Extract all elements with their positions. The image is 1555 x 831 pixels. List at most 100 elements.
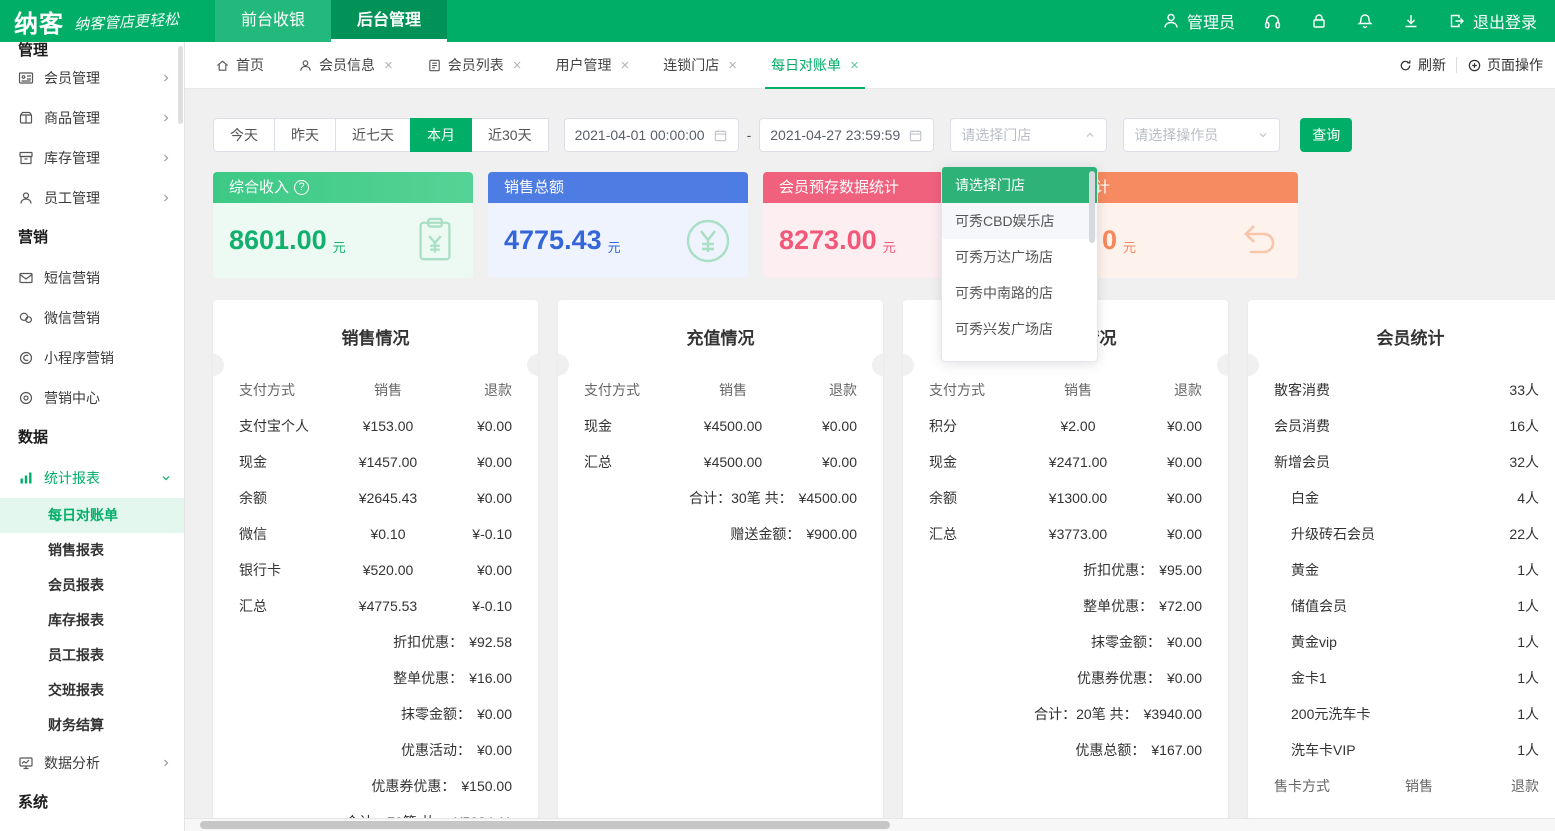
sidebar-item-members[interactable]: 会员管理: [0, 58, 184, 98]
member-stat-row: 金卡1 1人: [1274, 660, 1539, 696]
range-30days-button[interactable]: 近30天: [471, 118, 549, 152]
tab-user-management[interactable]: 用户管理 ×: [556, 42, 630, 88]
close-tab-icon[interactable]: ×: [621, 57, 630, 74]
tab-member-list[interactable]: 会员列表 ×: [427, 42, 522, 88]
person-icon: [298, 58, 313, 73]
range-this-month-button[interactable]: 本月: [410, 118, 472, 152]
sidebar-item-inventory[interactable]: 库存管理: [0, 138, 184, 178]
close-tab-icon[interactable]: ×: [728, 57, 737, 74]
sidebar-item-wechat[interactable]: 微信营销: [0, 298, 184, 338]
panel-recharge: 充值情况 支付方式 销售 退款 现金 ¥4500.00 ¥0.00 汇总: [558, 300, 883, 820]
nav-back-admin[interactable]: 后台管理: [331, 0, 447, 42]
close-tab-icon[interactable]: ×: [513, 57, 522, 74]
chevron-right-icon: [160, 72, 172, 84]
tab-daily-statement[interactable]: 每日对账单 ×: [771, 42, 859, 88]
sidebar-scrollbar[interactable]: [178, 46, 183, 124]
scrollbar-thumb[interactable]: [200, 821, 890, 829]
sidebar-subitem-daily-statement[interactable]: 每日对账单: [0, 498, 184, 533]
store-select[interactable]: 请选择门店: [950, 118, 1107, 152]
operator-select[interactable]: 请选择操作员: [1123, 118, 1280, 152]
member-stat-row: 黄金vip 1人: [1274, 624, 1539, 660]
member-stat-row: 白金 4人: [1274, 480, 1539, 516]
sidebar-item-reports[interactable]: 统计报表: [0, 458, 184, 498]
search-button[interactable]: 查询: [1300, 118, 1352, 152]
tab-home[interactable]: 首页: [215, 42, 264, 88]
range-7days-button[interactable]: 近七天: [335, 118, 411, 152]
chevron-up-icon: [1084, 129, 1096, 141]
chevron-down-icon: [160, 472, 172, 484]
date-to-input[interactable]: 2021-04-27 23:59:59: [759, 118, 934, 152]
user-icon: [1162, 12, 1180, 30]
sms-icon: [18, 270, 34, 286]
sidebar-item-staff[interactable]: 员工管理: [0, 178, 184, 218]
sidebar-subitem-finance-settlement[interactable]: 财务结算: [0, 708, 184, 743]
sidebar-item-sms[interactable]: 短信营销: [0, 258, 184, 298]
sidebar-item-miniapp[interactable]: 小程序营销: [0, 338, 184, 378]
user-menu[interactable]: 管理员: [1162, 9, 1235, 33]
logout-icon: [1448, 12, 1466, 30]
card-sales-header: 售卡方式 销售 退款: [1274, 768, 1539, 804]
table-row: 汇总 ¥4500.00 ¥0.00: [584, 444, 857, 480]
store-option[interactable]: 可秀兴发广场店: [942, 311, 1097, 347]
table-row: 微信 ¥0.10 ¥-0.10: [239, 516, 512, 552]
table-header: 支付方式 销售 退款: [239, 372, 512, 408]
app-logo: 纳客: [14, 4, 64, 39]
goods-icon: [18, 110, 34, 126]
lock-button[interactable]: [1310, 12, 1328, 30]
income-value: 8601.00: [229, 225, 327, 256]
sidebar: 管理 会员管理 商品管理 库存管理 员工管理 营销 短信营销 微信营销 小程序营…: [0, 42, 185, 831]
close-tab-icon[interactable]: ×: [384, 57, 393, 74]
range-yesterday-button[interactable]: 昨天: [274, 118, 336, 152]
range-today-button[interactable]: 今天: [213, 118, 275, 152]
table-row: 余额 ¥1300.00 ¥0.00: [929, 480, 1202, 516]
member-stat-row: 储值会员 1人: [1274, 588, 1539, 624]
card-total-sales: 销售总额 4775.43 元: [488, 172, 748, 278]
summary-row: 合计：20笔 共： ¥3940.00: [929, 696, 1202, 732]
chevron-down-icon: [1257, 129, 1269, 141]
store-option[interactable]: 可秀CBD娱乐店: [942, 203, 1097, 239]
sidebar-section-data: 数据: [0, 418, 184, 458]
table-row: 汇总 ¥4775.53 ¥-0.10: [239, 588, 512, 624]
refresh-button[interactable]: 刷新: [1398, 55, 1446, 75]
staff-icon: [18, 190, 34, 206]
help-icon[interactable]: ?: [294, 180, 309, 195]
summary-row: 折扣优惠： ¥92.58: [239, 624, 512, 660]
close-tab-icon[interactable]: ×: [850, 57, 859, 74]
sidebar-subitem-sales-report[interactable]: 销售报表: [0, 533, 184, 568]
bell-icon: [1356, 12, 1374, 30]
store-option[interactable]: 可秀中南路的店: [942, 275, 1097, 311]
notifications-button[interactable]: [1356, 12, 1374, 30]
logout-button[interactable]: 退出登录: [1448, 9, 1537, 33]
sidebar-subitem-staff-report[interactable]: 员工报表: [0, 638, 184, 673]
sidebar-subitem-shift-report[interactable]: 交班报表: [0, 673, 184, 708]
sidebar-section-system: 系统: [0, 783, 184, 823]
summary-row: 抹零金额： ¥0.00: [929, 624, 1202, 660]
summary-row: 整单优惠： ¥72.00: [929, 588, 1202, 624]
chevron-right-icon: [160, 112, 172, 124]
member-stat-row: 新增会员 32人: [1274, 444, 1539, 480]
prepaid-value: 8273.00: [779, 225, 877, 256]
member-stat-row: 200元洗车卡 1人: [1274, 696, 1539, 732]
support-button[interactable]: [1263, 12, 1282, 31]
horizontal-scrollbar[interactable]: [185, 818, 1555, 831]
store-option[interactable]: 可秀万达广场店: [942, 239, 1097, 275]
date-from-input[interactable]: 2021-04-01 00:00:00: [564, 118, 739, 152]
tab-chain-stores[interactable]: 连锁门店 ×: [663, 42, 737, 88]
download-icon: [1402, 12, 1420, 30]
nav-front-cashier[interactable]: 前台收银: [215, 0, 331, 42]
sidebar-subitem-inventory-report[interactable]: 库存报表: [0, 603, 184, 638]
sidebar-item-analysis[interactable]: 数据分析: [0, 743, 184, 783]
sidebar-section-marketing: 营销: [0, 218, 184, 258]
table-header: 支付方式 销售 退款: [584, 372, 857, 408]
summary-row: 优惠券优惠： ¥0.00: [929, 660, 1202, 696]
store-option[interactable]: 请选择门店: [942, 167, 1097, 203]
summary-row: 合计：30笔 共： ¥4500.00: [584, 480, 857, 516]
page-actions-button[interactable]: 页面操作: [1467, 55, 1543, 75]
sidebar-item-marketing-center[interactable]: 营销中心: [0, 378, 184, 418]
download-button[interactable]: [1402, 12, 1420, 30]
sidebar-subitem-member-report[interactable]: 会员报表: [0, 568, 184, 603]
tab-member-info[interactable]: 会员信息 ×: [298, 42, 393, 88]
table-row: 支付宝个人 ¥153.00 ¥0.00: [239, 408, 512, 444]
dropdown-scrollbar[interactable]: [1089, 171, 1095, 243]
sidebar-item-goods[interactable]: 商品管理: [0, 98, 184, 138]
